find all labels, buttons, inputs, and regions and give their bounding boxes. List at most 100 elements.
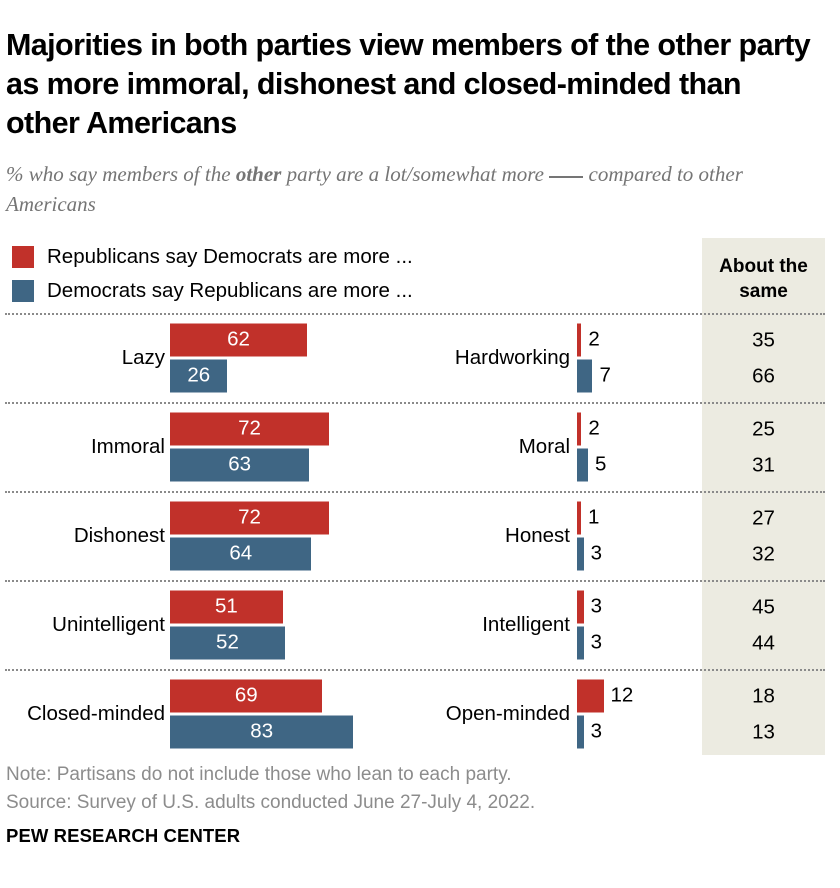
negative-bar-group: 69 83 xyxy=(170,679,354,749)
about-the-same-values: 35 66 xyxy=(702,323,825,392)
bar-democrats xyxy=(577,626,584,659)
positive-bar-group: 33 xyxy=(577,590,602,659)
bar-democrats xyxy=(577,448,589,481)
legend-item-democrats: Democrats say Republicans are more ... xyxy=(12,274,413,308)
about-the-same-value-republicans: 18 xyxy=(752,684,775,708)
about-the-same-value-democrats: 66 xyxy=(752,364,775,387)
source-line: Source: Survey of U.S. adults conducted … xyxy=(6,792,536,813)
chart-rows: Lazy Hardworking 62 26 2 7 35 66 Immoral Moral 72 6… xyxy=(0,313,840,759)
note-line: Note: Partisans do not include those who… xyxy=(6,764,512,785)
about-the-same-values: 45 44 xyxy=(702,590,825,659)
subtitle-blank-underline xyxy=(549,176,584,178)
bar-line-republicans: 2 xyxy=(577,323,611,356)
negative-bar-group: 62 26 xyxy=(170,323,308,392)
bar-republicans xyxy=(577,323,582,356)
about-the-same-values: 27 32 xyxy=(702,501,825,570)
bar-value-democrats: 3 xyxy=(590,719,603,743)
bar-democrats xyxy=(577,359,593,392)
bar-value-republicans: 2 xyxy=(588,416,600,440)
bar-value-republicans: 1 xyxy=(588,505,600,529)
positive-trait-label: Intelligent xyxy=(482,612,570,636)
about-the-same-header: About the same xyxy=(702,254,825,304)
bar-line-republicans: 3 xyxy=(577,590,602,623)
bar-democrats: 52 xyxy=(170,626,285,659)
legend-item-republicans: Republicans say Democrats are more ... xyxy=(12,240,413,274)
negative-bar-group: 72 64 xyxy=(170,501,330,570)
negative-trait-label: Dishonest xyxy=(73,523,165,547)
bar-value-democrats: 5 xyxy=(595,452,607,476)
row-separator xyxy=(5,669,825,671)
bar-republicans: 62 xyxy=(170,323,308,356)
subtitle-part-1: % who say members of the xyxy=(6,162,236,186)
negative-trait-label: Closed-minded xyxy=(27,702,165,725)
negative-trait-label: Immoral xyxy=(90,434,165,458)
chart-row: Dishonest Honest 72 64 1 3 27 32 xyxy=(0,491,840,580)
bar-democrats: 26 xyxy=(170,359,228,392)
about-the-same-value-republicans: 45 xyxy=(752,595,775,618)
bar-value-republicans: 62 xyxy=(227,327,250,351)
bar-line-democrats: 52 xyxy=(170,626,285,659)
bar-value-republicans: 3 xyxy=(590,594,603,618)
bar-republicans: 69 xyxy=(170,679,323,713)
bar-democrats: 63 xyxy=(170,448,310,481)
row-separator xyxy=(5,580,825,582)
bar-republicans: 72 xyxy=(170,501,330,534)
bar-line-republicans: 2 xyxy=(577,412,606,445)
row-separator xyxy=(5,491,825,493)
about-the-same-header-line2: same xyxy=(739,281,788,302)
bar-line-republicans: 72 xyxy=(170,501,330,534)
bar-line-democrats: 3 xyxy=(577,715,633,749)
bar-value-republicans: 69 xyxy=(234,683,258,707)
bar-line-democrats: 5 xyxy=(577,448,606,481)
bar-republicans: 72 xyxy=(170,412,330,445)
bar-republicans xyxy=(577,412,582,445)
bar-republicans xyxy=(577,679,604,713)
bar-value-democrats: 83 xyxy=(250,719,274,743)
bar-line-republicans: 69 xyxy=(170,679,353,713)
about-the-same-value-democrats: 13 xyxy=(752,720,775,744)
bar-line-democrats: 83 xyxy=(170,715,354,749)
chart-row: Lazy Hardworking 62 26 2 7 35 66 xyxy=(0,313,840,402)
row-separator xyxy=(5,402,825,404)
bar-democrats xyxy=(577,715,584,749)
bar-value-republicans: 72 xyxy=(238,416,261,440)
bar-value-democrats: 64 xyxy=(229,541,253,565)
bar-line-democrats: 3 xyxy=(577,537,602,570)
bar-value-democrats: 3 xyxy=(590,630,603,654)
negative-bar-group: 72 63 xyxy=(170,412,330,481)
bar-republicans xyxy=(577,590,584,623)
subtitle-part-2: party are a lot/somewhat more xyxy=(281,162,550,186)
chart-row: Unintelligent Intelligent 51 52 3 3 45 44 xyxy=(0,580,840,669)
legend-swatch-democrats xyxy=(12,280,34,302)
about-the-same-value-democrats: 44 xyxy=(752,631,775,654)
subtitle-emphasis: other xyxy=(235,162,282,186)
chart-row: Immoral Moral 72 63 2 5 25 31 xyxy=(0,402,840,491)
bar-line-republicans: 51 xyxy=(170,590,285,623)
bar-democrats: 83 xyxy=(170,715,354,749)
chart-notes: Note: Partisans do not include those who… xyxy=(6,761,806,817)
bar-line-republicans: 12 xyxy=(577,679,634,713)
legend-label-republicans: Republicans say Democrats are more ... xyxy=(47,245,413,268)
bar-line-republicans: 1 xyxy=(577,501,602,534)
about-the-same-header-line1: About the xyxy=(719,256,808,277)
chart-figure: Majorities in both parties view members … xyxy=(0,0,840,888)
row-separator xyxy=(5,313,825,315)
bar-value-republicans: 2 xyxy=(588,327,600,351)
positive-bar-group: 27 xyxy=(577,323,611,392)
negative-trait-label: Unintelligent xyxy=(52,612,165,636)
positive-bar-group: 12 3 xyxy=(577,679,634,749)
bar-line-democrats: 7 xyxy=(577,359,611,392)
about-the-same-value-democrats: 32 xyxy=(752,542,775,565)
bar-line-democrats: 63 xyxy=(170,448,329,481)
bar-value-republicans: 12 xyxy=(610,683,634,707)
pew-research-center-brand: PEW RESEARCH CENTER xyxy=(6,825,241,846)
about-the-same-value-democrats: 31 xyxy=(752,453,775,476)
bar-line-republicans: 62 xyxy=(170,323,308,356)
bar-democrats: 64 xyxy=(170,537,312,570)
chart-row: Closed-minded Open-minded 69 83 12 3 18 13 xyxy=(0,669,840,759)
bar-value-democrats: 7 xyxy=(599,363,611,387)
bar-democrats xyxy=(577,537,584,570)
bar-republicans xyxy=(577,501,581,534)
bar-value-democrats: 3 xyxy=(590,541,603,565)
negative-trait-label: Lazy xyxy=(121,345,165,369)
